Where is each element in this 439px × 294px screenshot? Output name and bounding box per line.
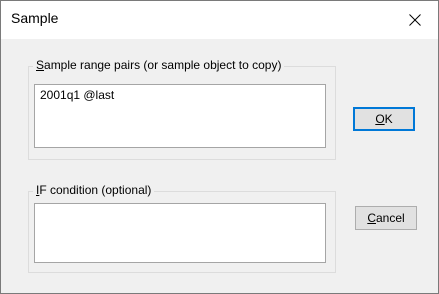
if-condition-input[interactable] [34, 203, 326, 263]
window-title: Sample [11, 10, 59, 26]
sample-range-input[interactable]: 2001q1 @last [34, 84, 326, 148]
close-button[interactable] [392, 1, 438, 39]
cancel-button[interactable]: Cancel [355, 206, 417, 230]
close-icon [409, 14, 421, 26]
if-condition-label: IF condition (optional) [33, 183, 155, 197]
title-bar: Sample [1, 1, 438, 39]
sample-dialog: Sample Sample range pairs (or sample obj… [0, 0, 439, 294]
sample-range-label: Sample range pairs (or sample object to … [33, 58, 285, 72]
ok-button[interactable]: OK [353, 107, 415, 131]
